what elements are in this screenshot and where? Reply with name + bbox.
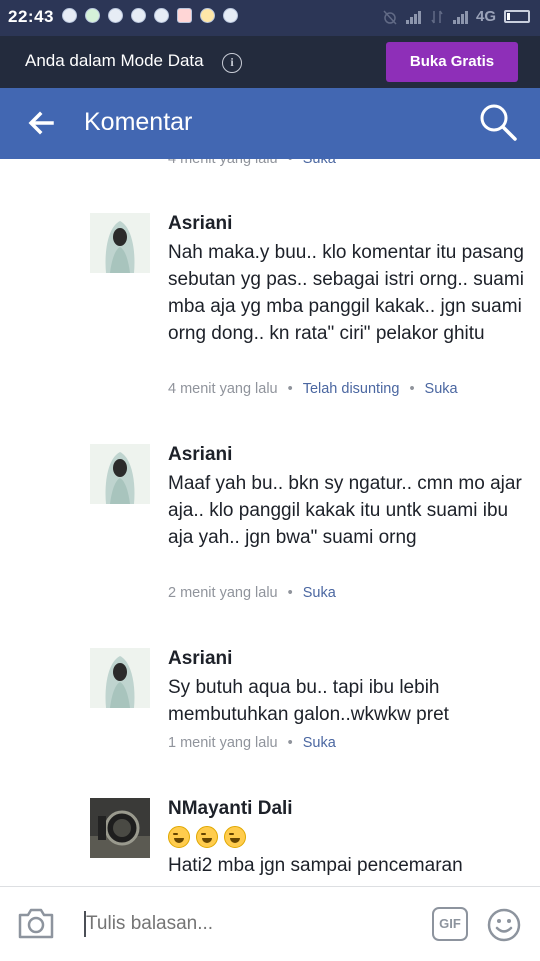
avatar[interactable] <box>90 213 150 273</box>
comment-meta: 4 menit yang lalu • Suka <box>168 159 336 167</box>
messenger-icon <box>108 8 123 23</box>
commenter-name[interactable]: Asriani <box>168 648 232 670</box>
whatsapp-icon <box>85 8 100 23</box>
face-with-tears-of-joy-icon <box>224 826 246 848</box>
status-bar: 22:43 4G <box>0 0 540 36</box>
emoji-icon <box>200 8 215 23</box>
data-transfer-icon <box>431 10 443 23</box>
data-mode-text: Anda dalam Mode Data <box>25 51 204 70</box>
comment-text: Nah maka.y buu.. klo komentar itu pasang… <box>168 242 524 344</box>
signal-icon-2 <box>452 10 468 24</box>
comment-time: 1 menit yang lalu <box>168 735 278 751</box>
signal-icon <box>405 10 421 24</box>
comment-meta: 4 menit yang lalu • Telah disunting • Suka <box>168 381 458 397</box>
emoji-row <box>168 826 246 848</box>
status-time: 22:43 <box>8 7 54 26</box>
gift-icon <box>177 8 192 23</box>
like-link[interactable]: Suka <box>303 585 336 601</box>
search-icon[interactable] <box>478 102 518 142</box>
avatar[interactable] <box>90 798 150 858</box>
comment-text: Maaf yah bu.. bkn sy ngatur.. cmn mo aja… <box>168 473 522 548</box>
battery-icon <box>504 10 530 23</box>
info-icon[interactable]: i <box>222 53 242 73</box>
like-link[interactable]: Suka <box>303 159 336 167</box>
commenter-name[interactable]: NMayanti Dali <box>168 798 293 820</box>
avatar[interactable] <box>90 444 150 504</box>
reply-input[interactable] <box>84 911 416 937</box>
avatar[interactable] <box>90 648 150 708</box>
reply-bar: GIF <box>0 886 540 961</box>
face-with-tears-of-joy-icon <box>196 826 218 848</box>
gif-button[interactable]: GIF <box>432 907 468 941</box>
comment-meta: 2 menit yang lalu • Suka <box>168 585 336 601</box>
network-type: 4G <box>475 8 496 25</box>
comment-time: 4 menit yang lalu <box>168 159 278 167</box>
commenter-name[interactable]: Asriani <box>168 213 232 235</box>
like-link[interactable]: Suka <box>425 381 458 397</box>
messenger-icon <box>62 8 77 23</box>
camera-icon[interactable] <box>17 905 55 941</box>
messenger-icon <box>223 8 238 23</box>
alarm-off-icon <box>383 9 397 25</box>
comment-time: 4 menit yang lalu <box>168 381 278 397</box>
commenter-name[interactable]: Asriani <box>168 444 232 466</box>
buka-gratis-button[interactable]: Buka Gratis <box>386 42 518 82</box>
back-arrow-icon[interactable] <box>26 108 56 138</box>
app-bar: Komentar <box>0 88 540 159</box>
page-title: Komentar <box>84 108 193 136</box>
comment-meta: 1 menit yang lalu • Suka <box>168 735 336 751</box>
status-indicators: 4G <box>382 8 530 25</box>
notification-icons <box>62 8 238 23</box>
comment-text: Sy butuh aqua bu.. tapi ibu lebih membut… <box>168 677 449 725</box>
edited-link[interactable]: Telah disunting <box>303 381 400 397</box>
comment-list[interactable]: 4 menit yang lalu • Suka Asriani Nah maka.… <box>0 159 540 886</box>
like-link[interactable]: Suka <box>303 735 336 751</box>
comment-text: Hati2 mba jgn sampai pencemaran <box>168 855 463 876</box>
sticker-icon[interactable] <box>486 907 522 943</box>
comment-time: 2 menit yang lalu <box>168 585 278 601</box>
face-with-tears-of-joy-icon <box>168 826 190 848</box>
messenger-icon <box>131 8 146 23</box>
data-mode-banner: Anda dalam Mode Data i Buka Gratis <box>0 36 540 88</box>
messenger-icon <box>154 8 169 23</box>
